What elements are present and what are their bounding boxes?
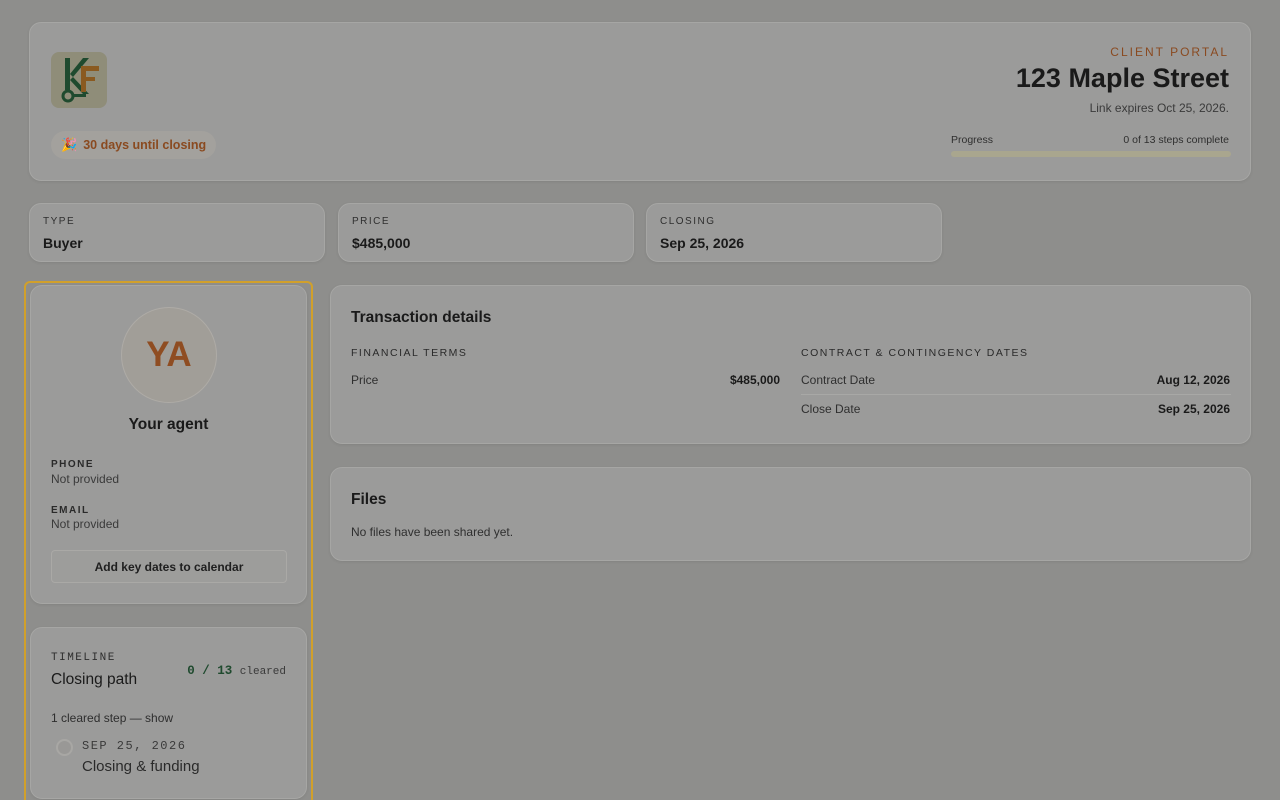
timeline-label: TIMELINE	[51, 652, 116, 664]
brand-logo	[51, 52, 107, 108]
files-card: Files No files have been shared yet.	[330, 467, 1251, 561]
price-label: Price	[351, 373, 379, 387]
summary-tile-closing: CLOSING Sep 25, 2026	[646, 203, 942, 262]
price-value: $485,000	[729, 373, 780, 387]
close-date-label: Close Date	[801, 402, 861, 416]
contract-date-value: Aug 12, 2026	[1156, 373, 1230, 387]
financial-terms-heading: FINANCIAL TERMS	[351, 347, 468, 359]
close-date-value: Sep 25, 2026	[1157, 402, 1230, 416]
agent-avatar: YA	[121, 307, 217, 403]
agent-card: YA Your agent PHONE Not provided EMAIL N…	[30, 285, 307, 604]
files-title: Files	[351, 491, 387, 508]
tile-value: Sep 25, 2026	[660, 235, 745, 251]
row-divider	[801, 394, 1231, 395]
days-until-closing-badge: 🎉 30 days until closing	[51, 131, 217, 159]
timeline-count-unit: cleared	[239, 666, 286, 678]
property-address: 123 Maple Street	[1015, 63, 1229, 93]
progress-label: Progress	[951, 134, 994, 146]
details-title: Transaction details	[351, 309, 492, 326]
email-value: Not provided	[51, 517, 120, 531]
agent-title: Your agent	[128, 416, 209, 433]
portal-label: CLIENT PORTAL	[1110, 45, 1229, 59]
party-popper-icon: 🎉	[61, 137, 78, 152]
contract-dates-heading: CONTRACT & CONTINGENCY DATES	[801, 347, 1029, 359]
show-cleared-steps-toggle[interactable]: 1 cleared step — show	[51, 711, 173, 725]
add-to-calendar-button[interactable]: Add key dates to calendar	[51, 550, 287, 583]
phone-label: PHONE	[51, 459, 95, 470]
progress-count: 0 of 13 steps complete	[1123, 134, 1229, 146]
step-name: Closing & funding	[82, 758, 200, 775]
step-date: SEP 25, 2026	[82, 739, 187, 753]
tile-label: TYPE	[43, 216, 76, 227]
files-empty-state: No files have been shared yet.	[351, 525, 514, 539]
link-expiry: Link expires Oct 25, 2026.	[1089, 101, 1229, 115]
logo-icon	[61, 58, 99, 103]
portal-header: 🎉 30 days until closing CLIENT PORTAL 12…	[29, 22, 1251, 181]
transaction-details-card: Transaction details FINANCIAL TERMS Pric…	[330, 285, 1251, 444]
phone-value: Not provided	[51, 472, 120, 486]
closing-badge-text: 30 days until closing	[83, 138, 207, 152]
tile-label: CLOSING	[660, 216, 716, 227]
timeline-title: Closing path	[51, 671, 138, 688]
timeline-card: TIMELINE Closing path 0 / 13 cleared 1 c…	[30, 627, 307, 799]
tile-value: Buyer	[43, 235, 83, 251]
tile-label: PRICE	[352, 216, 391, 227]
progress-bar	[951, 151, 1231, 157]
step-status-icon	[56, 739, 73, 756]
timeline-count-number: 0 / 13	[187, 664, 233, 678]
tile-value: $485,000	[352, 235, 411, 251]
timeline-count: 0 / 13 cleared	[187, 664, 286, 678]
contract-date-label: Contract Date	[801, 373, 876, 387]
summary-tile-price: PRICE $485,000	[338, 203, 634, 262]
summary-tile-type: TYPE Buyer	[29, 203, 325, 262]
email-label: EMAIL	[51, 505, 90, 516]
